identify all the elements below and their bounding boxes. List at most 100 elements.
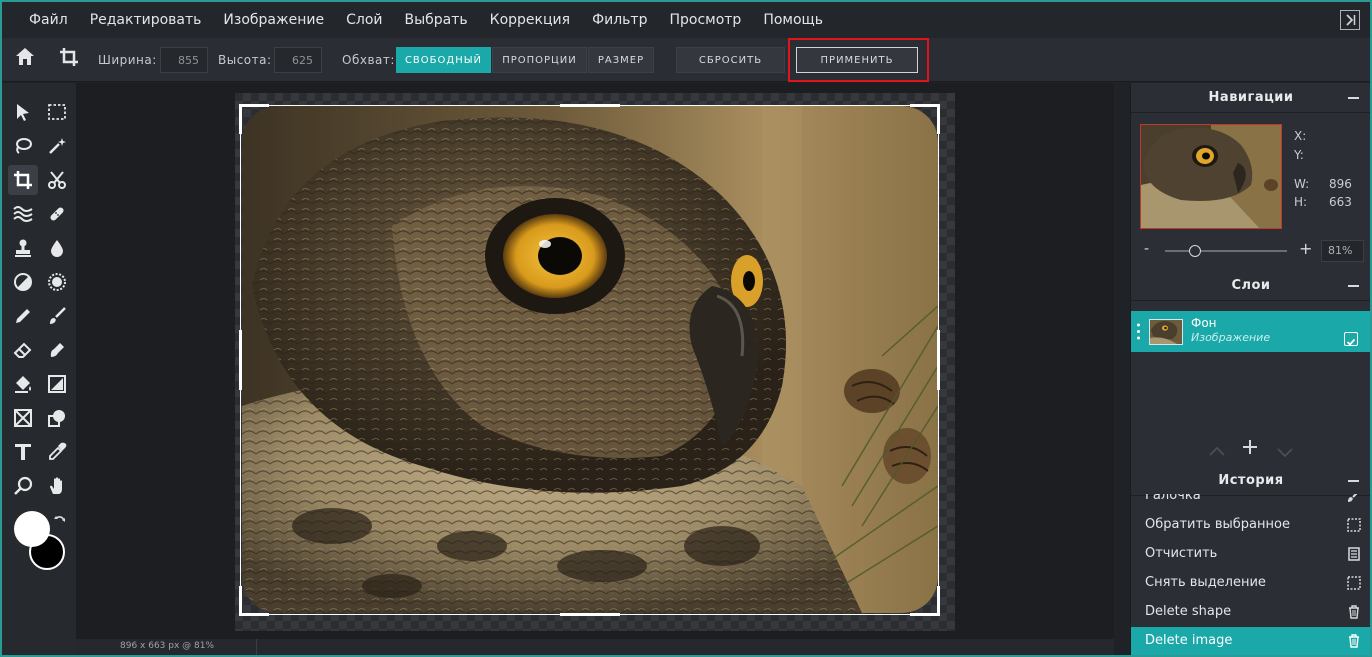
mode-size-button[interactable]: РАЗМЕР [588, 47, 654, 73]
history-header[interactable]: История [1131, 466, 1370, 496]
tool-move[interactable] [8, 97, 38, 127]
tool-slice[interactable] [42, 165, 72, 195]
layer-item[interactable]: Фон Изображение [1131, 311, 1370, 352]
swap-colors-button[interactable] [53, 513, 67, 532]
tool-eyedropper[interactable] [42, 437, 72, 467]
history-item-selected[interactable]: Delete image [1131, 627, 1370, 655]
add-layer-button[interactable] [1242, 439, 1258, 459]
tool-liquify[interactable] [8, 199, 38, 229]
document-canvas[interactable] [235, 93, 955, 631]
crop-handle-top[interactable] [560, 104, 620, 107]
layer-move-up-button[interactable] [1209, 441, 1225, 460]
nav-y-label: Y: [1294, 148, 1304, 162]
menu-view[interactable]: Просмотр [658, 2, 752, 38]
tool-clone-stamp[interactable] [8, 233, 38, 263]
menu-help[interactable]: Помощь [752, 2, 834, 38]
tool-marquee[interactable] [42, 97, 72, 127]
owl-painting [242, 106, 938, 613]
crop-handle-top-left-v[interactable] [239, 104, 242, 134]
zoom-in-button[interactable]: + [1299, 239, 1312, 258]
height-input[interactable]: 625 [274, 47, 322, 73]
layer-thumbnail-image [1150, 320, 1182, 344]
layer-type: Изображение [1191, 331, 1271, 344]
tool-zoom[interactable] [8, 471, 38, 501]
zoom-slider-track[interactable] [1165, 250, 1287, 252]
tool-heal[interactable] [42, 199, 72, 229]
smudge-icon [50, 343, 64, 357]
crop-handle-left[interactable] [239, 330, 242, 390]
navigator-preview[interactable] [1140, 124, 1282, 229]
canvas-workspace[interactable] [76, 83, 1114, 639]
status-bar: 896 x 663 px @ 81% [76, 639, 1114, 655]
crop-handle-bottom-right-v[interactable] [937, 586, 940, 616]
history-item[interactable]: Delete shape [1131, 598, 1370, 627]
layer-name: Фон [1191, 316, 1217, 330]
menu-image[interactable]: Изображение [212, 2, 335, 38]
tool-dodge-burn[interactable] [8, 267, 38, 297]
photo-editor-window: Файл Редактировать Изображение Слой Выбр… [2, 2, 1370, 655]
hand-icon [50, 477, 62, 494]
magic-wand-icon [49, 138, 66, 154]
zoom-icon [14, 476, 33, 495]
chevron-down-icon [1277, 448, 1293, 458]
tool-fill[interactable] [8, 369, 38, 399]
menu-select[interactable]: Выбрать [393, 2, 478, 38]
tool-crop[interactable] [8, 165, 38, 195]
crop-handle-top-left[interactable] [239, 104, 269, 107]
history-item[interactable]: Галочка [1131, 494, 1370, 511]
zoom-slider-handle[interactable] [1188, 245, 1201, 257]
tool-eraser[interactable] [8, 335, 38, 365]
crop-handle-bottom-left-v[interactable] [239, 586, 242, 616]
home-button[interactable] [14, 46, 36, 72]
crop-handle-bottom-right[interactable] [910, 613, 940, 616]
trash-icon [1349, 605, 1359, 619]
width-input[interactable]: 855 [160, 47, 208, 73]
history-item[interactable]: Снять выделение [1131, 569, 1370, 598]
tool-magic-wand[interactable] [42, 131, 72, 161]
crop-handle-bottom-left[interactable] [239, 613, 269, 616]
tool-text[interactable] [8, 437, 38, 467]
history-collapse-icon[interactable] [1348, 480, 1359, 482]
dodge-burn-icon [14, 273, 32, 291]
crop-handle-top-right[interactable] [910, 104, 940, 107]
menu-file[interactable]: Файл [2, 2, 79, 38]
zoom-out-button[interactable]: - [1144, 241, 1149, 257]
stamp-icon [15, 239, 31, 257]
drag-handle-icon[interactable] [1137, 323, 1140, 340]
crop-handle-bottom[interactable] [560, 613, 620, 616]
tool-blur[interactable] [42, 233, 72, 263]
foreground-color-swatch[interactable] [14, 511, 50, 547]
history-item[interactable]: Отчистить [1131, 540, 1370, 569]
navigator-collapse-icon[interactable] [1348, 97, 1359, 99]
layers-header[interactable]: Слои [1131, 271, 1370, 301]
menu-edit[interactable]: Редактировать [79, 2, 213, 38]
tool-smudge[interactable] [42, 335, 72, 365]
tool-gradient[interactable] [42, 369, 72, 399]
navigator-header[interactable]: Навигации [1131, 83, 1370, 113]
layer-visibility-checkbox[interactable] [1344, 332, 1358, 346]
history-list[interactable]: Галочка Обратить выбранное Отчистить Сня… [1131, 494, 1370, 655]
tool-sponge[interactable] [42, 267, 72, 297]
reset-button[interactable]: СБРОСИТЬ [676, 47, 785, 73]
history-item-label: Снять выделение [1145, 575, 1266, 590]
tool-shape[interactable] [42, 403, 72, 433]
crop-handle-top-right-v[interactable] [937, 104, 940, 134]
tool-brush[interactable] [42, 301, 72, 331]
history-item[interactable]: Обратить выбранное [1131, 511, 1370, 540]
status-divider [256, 639, 257, 655]
mode-free-button[interactable]: СВОБОДНЫЙ [396, 47, 491, 73]
layer-move-down-button[interactable] [1277, 443, 1293, 462]
menu-adjustment[interactable]: Коррекция [479, 2, 581, 38]
tool-pencil[interactable] [8, 301, 38, 331]
layers-collapse-icon[interactable] [1348, 285, 1359, 287]
zoom-percentage-input[interactable]: 81% [1321, 240, 1364, 262]
mode-proportions-button[interactable]: ПРОПОРЦИИ [492, 47, 587, 73]
eyedropper-icon [49, 442, 67, 460]
panel-toggle-button[interactable] [1340, 10, 1360, 30]
menu-filter[interactable]: Фильтр [581, 2, 658, 38]
crop-handle-right[interactable] [937, 330, 940, 390]
tool-lasso[interactable] [8, 131, 38, 161]
tool-hand[interactable] [42, 471, 72, 501]
menu-layer[interactable]: Слой [335, 2, 393, 38]
tool-frame[interactable] [8, 403, 38, 433]
